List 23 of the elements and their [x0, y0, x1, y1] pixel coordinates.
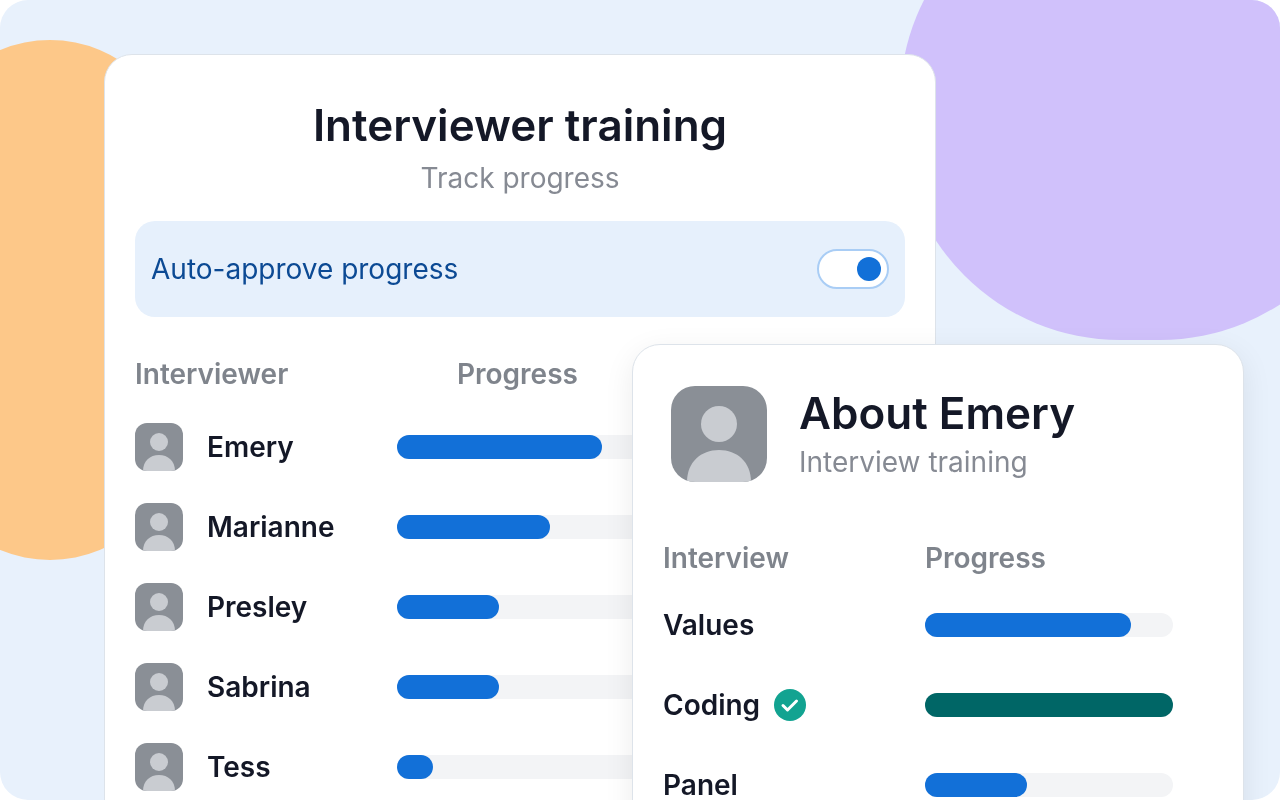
- interviewer-name: Emery: [207, 429, 295, 466]
- photo-placeholder: [135, 663, 183, 711]
- column-header: Interview: [663, 540, 790, 577]
- column-header: Progress: [925, 540, 1046, 577]
- photo-placeholder: [135, 583, 183, 631]
- photo-placeholder: [135, 503, 183, 551]
- toggle-switch[interactable]: [817, 249, 889, 289]
- interview-name: Values: [663, 607, 755, 644]
- card-subtitle: Track progress: [420, 160, 620, 197]
- card-subtitle: Interview training: [799, 444, 1029, 481]
- interviewer-name: Presley: [207, 589, 309, 626]
- card-title: Interviewer training: [312, 97, 728, 153]
- interviewer-name: Marianne: [207, 509, 336, 546]
- setting-label: Auto-approve progress: [151, 251, 459, 288]
- interviewer-name: Tess: [207, 749, 272, 786]
- interviewer-name: Sabrina: [207, 669, 312, 706]
- column-header: Interviewer: [135, 356, 290, 393]
- photo-placeholder: [135, 423, 183, 471]
- interview-name: Coding: [663, 687, 761, 724]
- photo-placeholder: [135, 743, 183, 791]
- card-title: About Emery: [799, 385, 1076, 441]
- column-header: Progress: [457, 356, 578, 393]
- interview-name: Panel: [663, 767, 738, 800]
